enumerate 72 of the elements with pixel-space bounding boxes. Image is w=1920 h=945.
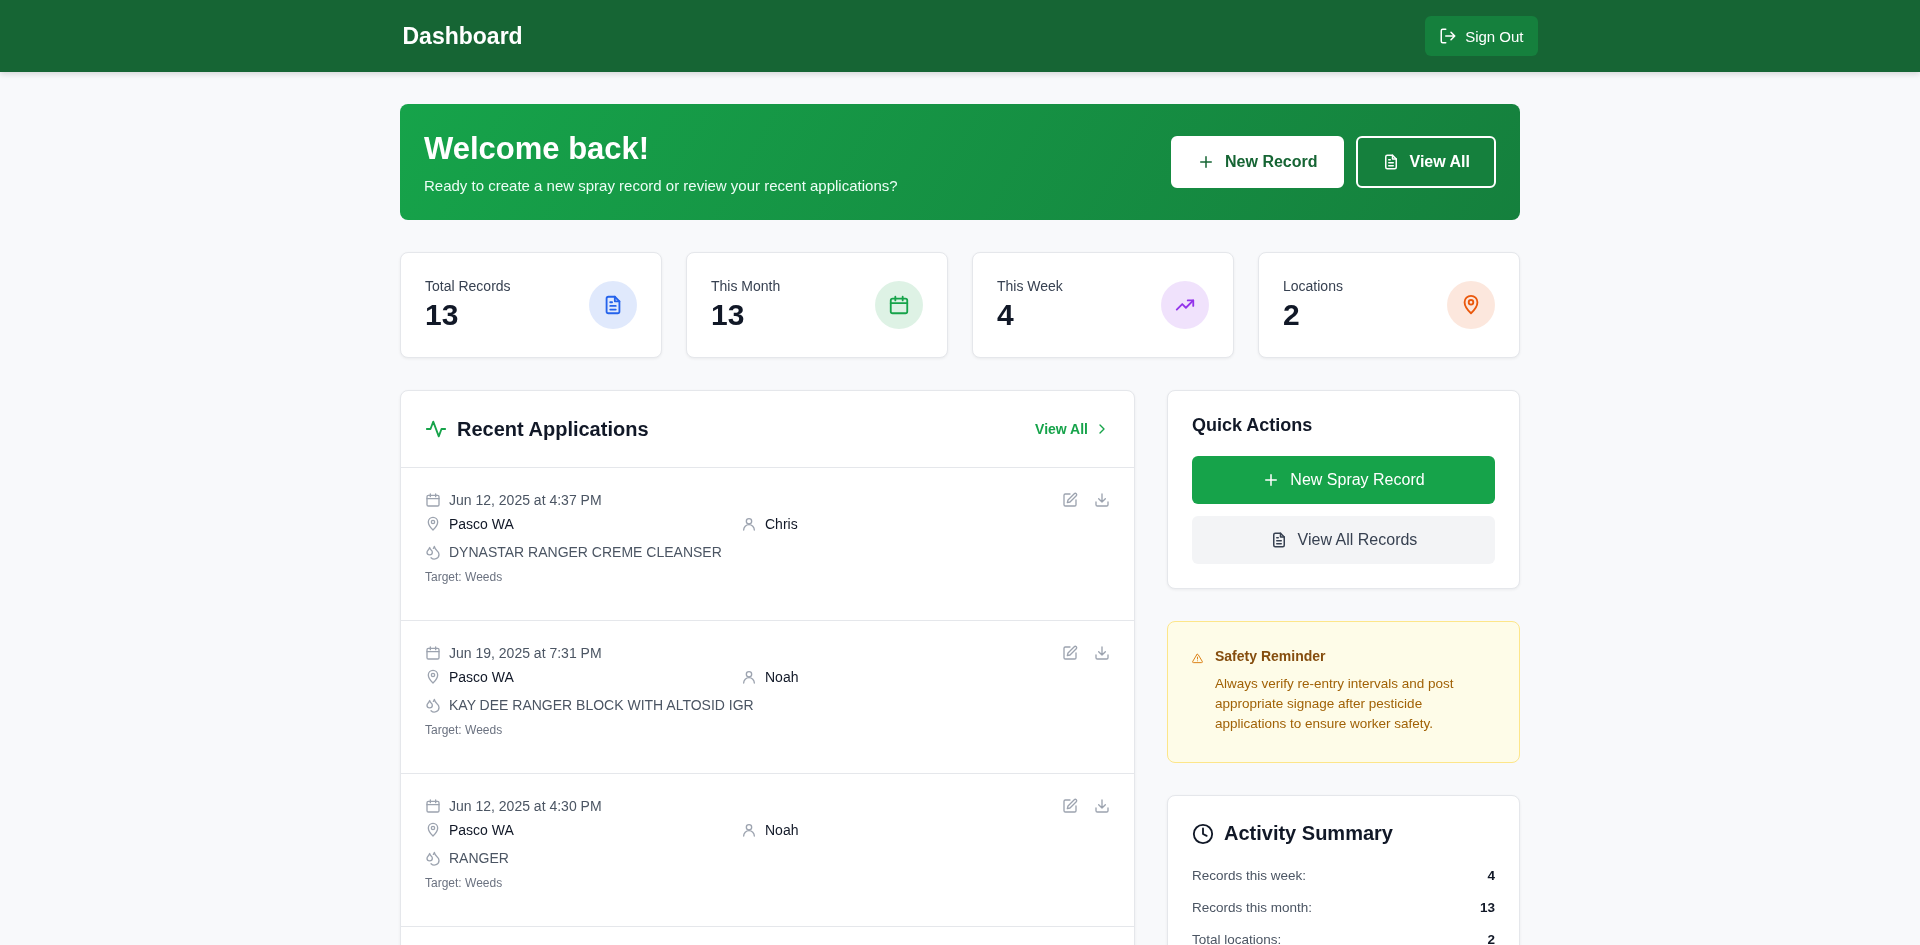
new-record-button[interactable]: New Record [1171,136,1344,188]
summary-label: Records this month: [1192,899,1313,915]
safety-title: Safety Reminder [1215,648,1327,664]
edit-icon [1062,492,1078,508]
map-pin-icon [425,822,441,838]
app-title: Dashboard [402,22,523,50]
application-location: Pasco WA [449,516,514,532]
clock-icon [1192,822,1214,845]
edit-button[interactable] [1062,798,1078,814]
sign-out-icon [1439,27,1458,45]
application-location: Pasco WA [449,669,514,685]
map-pin-icon [425,669,441,685]
stat-value: 13 [425,298,460,332]
calendar-icon [425,645,441,661]
section-title: Quick Actions [1192,415,1314,436]
stat-label: This Month [711,278,781,294]
person-icon [741,669,757,685]
sign-out-button[interactable]: Sign Out [1425,16,1538,56]
map-pin-icon [425,516,441,532]
application-date: Jun 19, 2025 at 7:31 PM [449,645,602,661]
section-title: Recent Applications [457,417,649,441]
application-date: Jun 12, 2025 at 4:37 PM [449,492,602,508]
target-label: Target: Weeds [425,723,504,737]
stat-value: 13 [711,298,746,332]
download-icon [1094,645,1110,661]
view-all-button[interactable]: View All [1355,136,1496,188]
stat-label: Total Records [425,278,511,294]
download-button[interactable] [1094,798,1110,814]
product-name: KAY DEE RANGER BLOCK WITH ALTOSID IGR [449,697,754,713]
stat-label: Locations [1283,278,1343,294]
welcome-subtitle: Ready to create a new spray record or review your recent applications? [424,176,898,194]
person-icon [741,516,757,532]
edit-button[interactable] [1062,645,1078,661]
applicator-name: Noah [765,669,799,685]
product-name: RANGER [449,850,509,866]
calendar-icon [425,492,441,508]
application-location: Pasco WA [449,822,514,838]
activity-icon [425,418,447,440]
welcome-title: Welcome back! [424,130,651,167]
summary-value: 2 [1487,931,1495,945]
applicator-name: Noah [765,822,799,838]
edit-icon [1062,645,1078,661]
person-icon [741,822,757,838]
stat-label: This Week [997,278,1063,294]
target-label: Target: Weeds [425,876,504,890]
summary-label: Records this week: [1192,867,1307,883]
view-all-records-button[interactable]: View All Records [1192,516,1495,564]
applicator-name: Chris [765,516,798,532]
warning-icon [1192,653,1203,664]
download-button[interactable] [1094,492,1110,508]
edit-icon [1062,798,1078,814]
summary-label: Total locations: [1192,931,1282,945]
droplets-icon [425,544,441,560]
target-label: Target: Weeds [425,570,504,584]
application-row[interactable]: Jun 12, 2025 at 4:30 PM Pasco WA Noah RANGER Target: Weeds [401,774,1134,927]
section-title: Activity Summary [1224,822,1393,845]
download-icon [1094,492,1110,508]
download-icon [1094,798,1110,814]
stat-value: 2 [1283,298,1301,332]
application-row[interactable]: Jun 12, 2025 at 4:37 PM Pasco WA Chris DYNASTAR RANGER CREME CLEANSER Target: Weeds [401,468,1134,621]
droplets-icon [425,697,441,713]
calendar-icon [425,798,441,814]
application-date: Jun 12, 2025 at 4:30 PM [449,798,602,814]
safety-text: Always verify re-entry intervals and post appropriate signage after pesticide applications to ensure worker safety. [1215,675,1455,733]
edit-button[interactable] [1062,492,1078,508]
download-button[interactable] [1094,645,1110,661]
droplets-icon [425,850,441,866]
application-row[interactable]: Jun 19, 2025 at 7:31 PM Pasco WA Noah KAY DEE RANGER BLOCK WITH ALTOSID IGR Target: Weeds [401,621,1134,774]
product-name: DYNASTAR RANGER CREME CLEANSER [449,544,722,560]
stat-value: 4 [997,298,1015,332]
summary-value: 4 [1487,867,1495,883]
summary-value: 13 [1479,899,1495,915]
